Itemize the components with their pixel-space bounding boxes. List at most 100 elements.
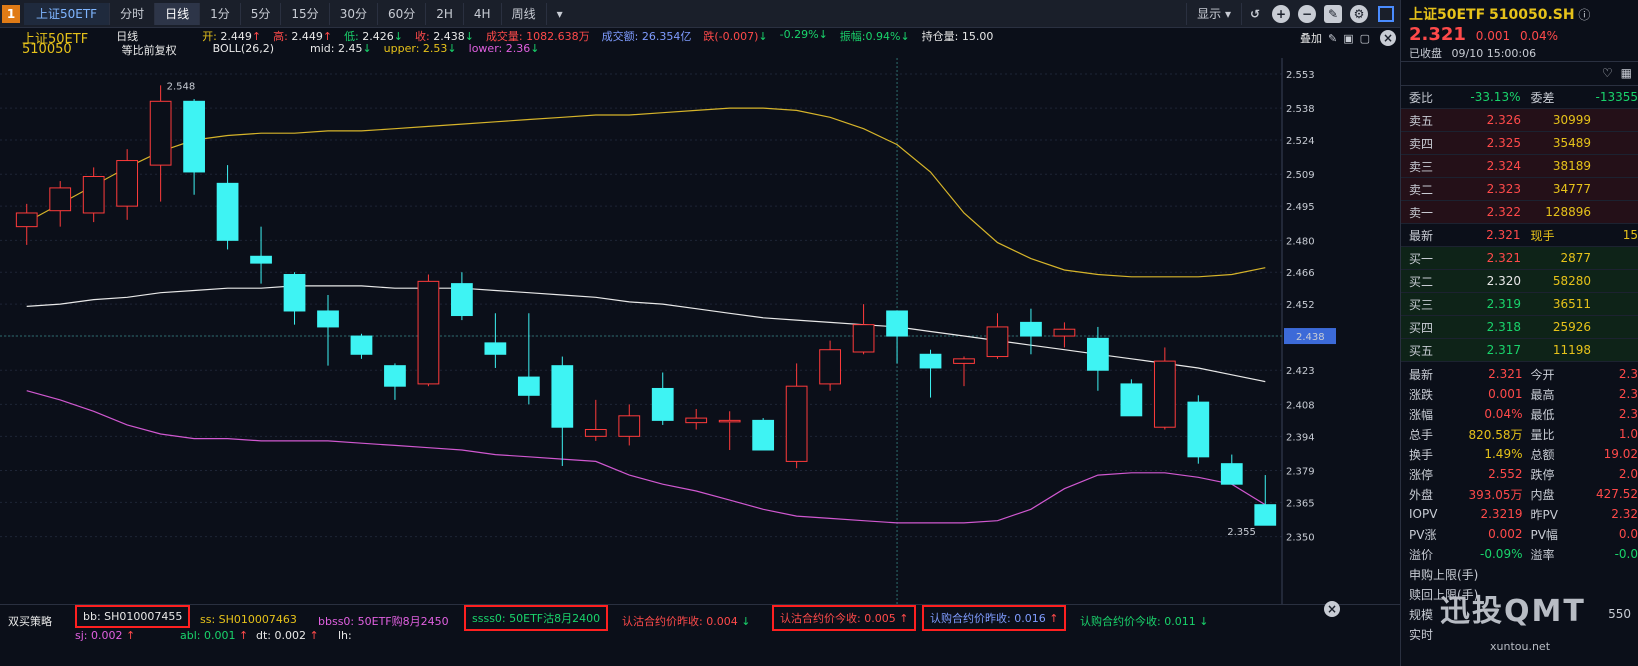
more-periods-dropdown[interactable]: ▾ bbox=[547, 3, 573, 25]
stat-row: 外盘 393.05万 内盘 427.52 bbox=[1401, 484, 1638, 504]
strategy-ss: ss: SH010007463 bbox=[200, 613, 297, 626]
book-label: 卖五 bbox=[1409, 113, 1434, 128]
strategy-bb: bb: SH010007455 bbox=[75, 605, 191, 628]
zoom-out-icon[interactable]: − bbox=[1298, 5, 1316, 23]
bid-row[interactable]: 买二 2.320 58280 bbox=[1401, 270, 1638, 293]
stat-cell: IOPV bbox=[1409, 507, 1438, 521]
expand-icon[interactable]: ▢ bbox=[1360, 32, 1370, 45]
stat-cell: 最高 bbox=[1530, 387, 1555, 402]
overlay-controls: 叠加 ✎ ▣ ▢ × bbox=[1300, 30, 1400, 46]
book-label: 买五 bbox=[1409, 343, 1434, 358]
max-price-label: 2.548 bbox=[167, 81, 196, 92]
refresh-icon[interactable]: ↺ bbox=[1246, 5, 1264, 23]
stat-cell: 1.0 bbox=[1618, 427, 1638, 441]
stat-cell: 换手 bbox=[1409, 447, 1434, 462]
display-dropdown[interactable]: 显示 ▾ bbox=[1186, 3, 1242, 25]
y-tick-label: 2.365 bbox=[1286, 498, 1315, 509]
stat-cell: 0.001 bbox=[1488, 387, 1523, 401]
tab-2h[interactable]: 2H bbox=[426, 2, 464, 25]
book-volume: 30999 bbox=[1552, 113, 1591, 127]
bid-row[interactable]: 买一 2.321 2877 bbox=[1401, 247, 1638, 270]
bid-row[interactable]: 买三 2.319 36511 bbox=[1401, 293, 1638, 316]
stat-cell: 2.0 bbox=[1618, 467, 1638, 481]
book-price: 2.323 bbox=[1486, 182, 1521, 196]
tab-5min[interactable]: 5分 bbox=[241, 2, 282, 25]
book-price: 2.326 bbox=[1486, 113, 1521, 127]
ask-row[interactable]: 卖五 2.326 30999 bbox=[1401, 109, 1638, 132]
book-price: 2.325 bbox=[1486, 136, 1521, 150]
stat-cell: 19.02 bbox=[1603, 447, 1638, 461]
book-price: 2.320 bbox=[1486, 274, 1521, 288]
tab-30min[interactable]: 30分 bbox=[330, 2, 378, 25]
header-row-2: 510050 等比前复权 BOLL(26,2) mid: 2.45↓ upper… bbox=[22, 42, 539, 58]
book-label: 卖二 bbox=[1409, 182, 1434, 197]
tab-weekly[interactable]: 周线 bbox=[502, 2, 547, 25]
y-tick-label: 2.408 bbox=[1286, 400, 1315, 411]
close-chart-icon[interactable]: × bbox=[1380, 30, 1396, 46]
pencil-icon[interactable]: ✎ bbox=[1328, 32, 1337, 45]
candle-body bbox=[886, 310, 908, 337]
stat-row: 涨停 2.552 跌停 2.0 bbox=[1401, 464, 1638, 484]
stat-cell: 今开 bbox=[1530, 367, 1555, 382]
overlay-button[interactable]: 叠加 bbox=[1300, 30, 1322, 46]
stat-cell: 1.49% bbox=[1484, 447, 1523, 461]
stat-row: IOPV 2.3219 昨PV 2.32 bbox=[1401, 504, 1638, 524]
ask-row[interactable]: 卖四 2.325 35489 bbox=[1401, 132, 1638, 155]
book-label: 买一 bbox=[1409, 251, 1434, 266]
stat-cell: 外盘 bbox=[1409, 487, 1434, 502]
candle-body bbox=[283, 274, 306, 312]
tab-daily[interactable]: 日线 bbox=[155, 2, 201, 25]
book-volume: 34777 bbox=[1552, 182, 1591, 196]
ask-row[interactable]: 卖一 2.322 128896 bbox=[1401, 201, 1638, 224]
info-icon[interactable]: ⓘ bbox=[1578, 8, 1590, 22]
stat-cell: 最低 bbox=[1530, 407, 1555, 422]
stat-cell: 820.58万 bbox=[1468, 427, 1523, 442]
ask-row[interactable]: 卖二 2.323 34777 bbox=[1401, 178, 1638, 201]
stat-cell: 2.32 bbox=[1611, 507, 1638, 521]
tab-15min[interactable]: 15分 bbox=[281, 2, 330, 25]
stat-cell: 涨跌 bbox=[1409, 387, 1434, 402]
stat-cell: 跌停 bbox=[1530, 467, 1555, 482]
stat-cell: 2.3 bbox=[1618, 367, 1638, 381]
y-tick-label: 2.379 bbox=[1286, 467, 1315, 478]
heart-icon[interactable]: ♡ bbox=[1602, 66, 1613, 81]
sidebar-toggle-icon[interactable] bbox=[1378, 6, 1394, 22]
settings-icon[interactable]: ⚙ bbox=[1350, 5, 1368, 23]
tab-4h[interactable]: 4H bbox=[464, 2, 502, 25]
book-volume: 2877 bbox=[1560, 251, 1591, 265]
book-price: 2.324 bbox=[1486, 159, 1521, 173]
tab-fenshi[interactable]: 分时 bbox=[110, 2, 156, 25]
y-tick-label: 2.466 bbox=[1286, 268, 1315, 279]
zoom-in-icon[interactable]: + bbox=[1272, 5, 1290, 23]
strategy-ssss0: ssss0: 50ETF沽8月2400 bbox=[464, 605, 609, 631]
candlestick-chart[interactable]: 2.553 2.538 2.524 2.509 2.495 2.480 2.466 2.452… bbox=[0, 58, 1340, 618]
edit-icon[interactable]: ✎ bbox=[1324, 5, 1342, 23]
strategy-call-prev: 认购合约价昨收: 0.016 ↑ bbox=[922, 605, 1067, 631]
tab-1min[interactable]: 1分 bbox=[200, 2, 241, 25]
watermark-site: xuntou.net bbox=[1490, 640, 1551, 653]
top-toolbar: 1 上证50ETF 分时 日线 1分 5分 15分 30分 60分 2H 4H … bbox=[0, 0, 1400, 28]
y-tick-label: 2.524 bbox=[1286, 136, 1315, 147]
book-label: 卖三 bbox=[1409, 159, 1434, 174]
strategy-title: 双买策略 bbox=[8, 615, 52, 628]
stat-cell: 最新 bbox=[1409, 367, 1434, 382]
tab-60min[interactable]: 60分 bbox=[378, 2, 427, 25]
bid-row[interactable]: 买四 2.318 25926 bbox=[1401, 316, 1638, 339]
bid-row[interactable]: 买五 2.317 11198 bbox=[1401, 339, 1638, 362]
candle-body bbox=[116, 160, 139, 207]
stat-cell: 0.04% bbox=[1484, 407, 1523, 421]
candle-body bbox=[317, 310, 339, 328]
close-strategy-icon[interactable]: × bbox=[1324, 601, 1340, 617]
boll-lower-line bbox=[26, 390, 1266, 524]
candle-body bbox=[1053, 328, 1076, 337]
book-label: 买三 bbox=[1409, 297, 1434, 312]
adjust-label: 等比前复权 bbox=[121, 44, 177, 57]
window-icon[interactable]: ▣ bbox=[1343, 32, 1353, 45]
symbol-tab[interactable]: 上证50ETF bbox=[24, 2, 111, 25]
candle-body bbox=[49, 187, 72, 212]
stat-cell: PV涨 bbox=[1409, 527, 1437, 542]
grid-icon[interactable]: ▦ bbox=[1621, 66, 1632, 81]
stat-cell: 427.52 bbox=[1596, 487, 1638, 501]
candle-body bbox=[618, 415, 641, 437]
ask-row[interactable]: 卖三 2.324 38189 bbox=[1401, 155, 1638, 178]
